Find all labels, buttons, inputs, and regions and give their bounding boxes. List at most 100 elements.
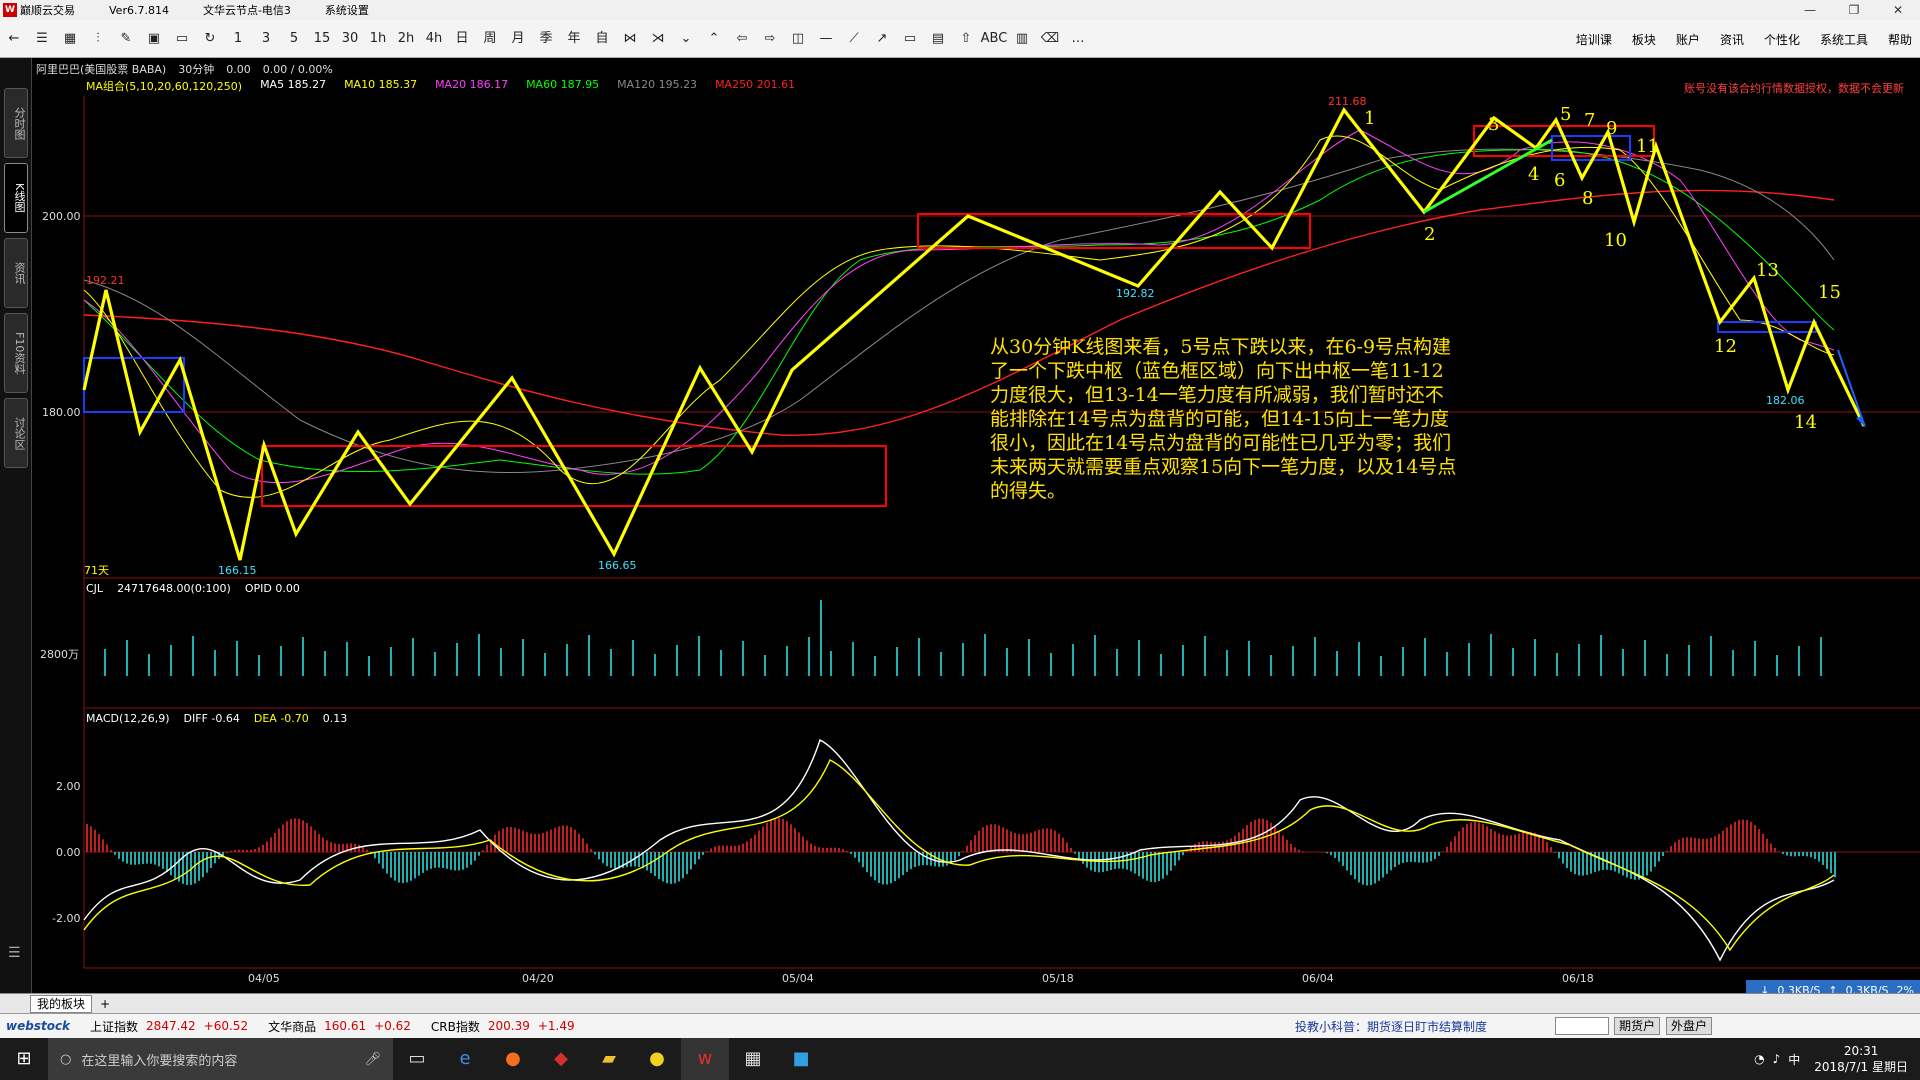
macd-histogram-bar xyxy=(1390,852,1392,871)
macd-histogram-bar xyxy=(842,849,844,852)
macd-histogram-bar xyxy=(1498,833,1500,852)
tab-my-sector[interactable]: 我的板块 xyxy=(30,994,93,1013)
macd-histogram-bar xyxy=(1822,852,1824,865)
macd-histogram-bar xyxy=(1466,824,1468,852)
foreign-account-button[interactable]: 外盘户 xyxy=(1666,1017,1713,1035)
macd-histogram-bar xyxy=(1226,840,1228,852)
index-name-1[interactable]: 文华商品 xyxy=(268,1018,316,1035)
macd-histogram-bar xyxy=(1166,852,1168,876)
macd-histogram-bar xyxy=(210,852,212,868)
macd-histogram-bar xyxy=(1766,838,1768,852)
webstock-logo: webstock xyxy=(6,1019,71,1033)
quick-input[interactable] xyxy=(1555,1017,1609,1035)
taskbar-search[interactable]: ○ 在这里输入你要搜索的内容 🎤︎ xyxy=(48,1038,393,1080)
clock-date: 2018/7/1 星期日 xyxy=(1814,1060,1908,1074)
macd-histogram-bar xyxy=(158,852,160,867)
macd-histogram-bar xyxy=(694,852,696,865)
macd-histogram-bar xyxy=(1354,852,1356,880)
macd-histogram-bar xyxy=(630,852,632,867)
macd-histogram-bar xyxy=(154,852,156,865)
macd-histogram-bar xyxy=(1406,852,1408,863)
edge-icon[interactable]: e xyxy=(441,1038,489,1080)
macd-histogram-bar xyxy=(994,824,996,852)
macd-histogram-bar xyxy=(1574,852,1576,875)
volume-bar xyxy=(1468,643,1470,676)
macd-histogram-bar xyxy=(1462,827,1464,852)
macd-selector[interactable]: MACD(12,26,9) xyxy=(86,712,170,725)
volume-bar xyxy=(1446,652,1448,676)
app-blue-icon[interactable]: ■ xyxy=(777,1038,825,1080)
search-icon: ○ xyxy=(60,1051,72,1067)
macd-histogram-bar xyxy=(734,845,736,852)
macd-histogram-bar xyxy=(1566,852,1568,869)
volume-selector[interactable]: CJL xyxy=(86,582,103,595)
volume-bar xyxy=(390,647,392,676)
macd-histogram-bar xyxy=(1690,837,1692,852)
file-explorer-icon[interactable]: ▰ xyxy=(585,1038,633,1080)
macd-histogram-bar xyxy=(806,840,808,852)
macd-histogram-bar xyxy=(562,825,564,852)
macd-histogram-bar xyxy=(134,852,136,865)
stroke-label-4: 4 xyxy=(1528,164,1539,185)
macd-histogram-bar xyxy=(1750,821,1752,852)
volume-bar xyxy=(566,644,568,676)
clock[interactable]: 20:31 2018/7/1 星期日 xyxy=(1814,1043,1908,1075)
macd-histogram-bar xyxy=(762,826,764,852)
app-yellow-icon[interactable]: ● xyxy=(633,1038,681,1080)
volume-icon[interactable]: ♪ xyxy=(1773,1052,1781,1066)
volume-bar xyxy=(1072,644,1074,676)
macd-histogram-bar xyxy=(1798,852,1800,857)
price-label-19221: 192.21 xyxy=(86,274,125,287)
volume-bar xyxy=(456,643,458,676)
macd-histogram-bar xyxy=(1170,852,1172,871)
macd-histogram-bar xyxy=(722,845,724,852)
volume-bar xyxy=(544,653,546,676)
wenhua-icon[interactable]: w xyxy=(681,1038,729,1080)
volume-bar xyxy=(346,642,348,676)
macd-histogram-bar xyxy=(1434,852,1436,860)
macd-histogram-bar xyxy=(1742,819,1744,852)
kline-chart[interactable]: 123456789101112131415 xyxy=(0,0,1920,1000)
calculator-icon[interactable]: ▦ xyxy=(729,1038,777,1080)
macd-histogram-bar xyxy=(1730,824,1732,852)
macd-histogram-bar xyxy=(710,848,712,852)
macd-histogram-bar xyxy=(794,828,796,852)
macd-histogram-bar xyxy=(1414,852,1416,863)
macd-histogram-bar xyxy=(282,824,284,852)
macd-histogram-bar xyxy=(654,852,656,877)
index-name-2[interactable]: CRB指数 xyxy=(431,1018,480,1035)
macd-histogram-bar xyxy=(1490,828,1492,852)
macd-histogram-bar xyxy=(378,852,380,864)
futures-account-button[interactable]: 期货户 xyxy=(1614,1017,1661,1035)
task-view-icon[interactable]: ▭ xyxy=(393,1038,441,1080)
macd-histogram-bar xyxy=(1326,852,1328,854)
app-red-icon[interactable]: ◆ xyxy=(537,1038,585,1080)
macd-histogram-bar xyxy=(222,852,224,856)
microphone-icon[interactable]: 🎤︎ xyxy=(364,1052,381,1067)
volume-bar-peak xyxy=(820,600,822,676)
macd-histogram-bar xyxy=(1370,852,1372,886)
macd-histogram-bar xyxy=(462,852,464,870)
macd-histogram-bar xyxy=(1454,836,1456,852)
app-orange-icon[interactable]: ● xyxy=(489,1038,537,1080)
system-tray: ◔ ♪ 中 20:31 2018/7/1 星期日 xyxy=(1746,1038,1908,1080)
x-label-0604: 06/04 xyxy=(1302,972,1334,985)
macd-histogram-bar xyxy=(1790,852,1792,857)
index-name-0[interactable]: 上证指数 xyxy=(90,1018,138,1035)
add-tab-icon[interactable]: + xyxy=(100,997,110,1011)
macd-histogram-bar xyxy=(1174,852,1176,866)
windows-start-icon[interactable]: ⊞ xyxy=(0,1038,48,1080)
stroke-label-9: 9 xyxy=(1606,118,1617,139)
macd-histogram-bar xyxy=(1426,852,1428,863)
price-label-low1: 166.15 xyxy=(218,564,257,577)
macd-histogram-bar xyxy=(1334,852,1336,858)
volume-bar xyxy=(742,641,744,676)
network-icon[interactable]: ◔ xyxy=(1754,1052,1764,1066)
macd-histogram-bar xyxy=(1610,852,1612,871)
macd-histogram-bar xyxy=(1138,852,1140,877)
macd-histogram-bar xyxy=(314,830,316,852)
edu-tip[interactable]: 投教小科普：期货逐日盯市结算制度 xyxy=(1295,1018,1487,1035)
volume-bar xyxy=(830,651,832,676)
macd-histogram-bar xyxy=(166,852,168,872)
ime-indicator[interactable]: 中 xyxy=(1788,1051,1800,1068)
